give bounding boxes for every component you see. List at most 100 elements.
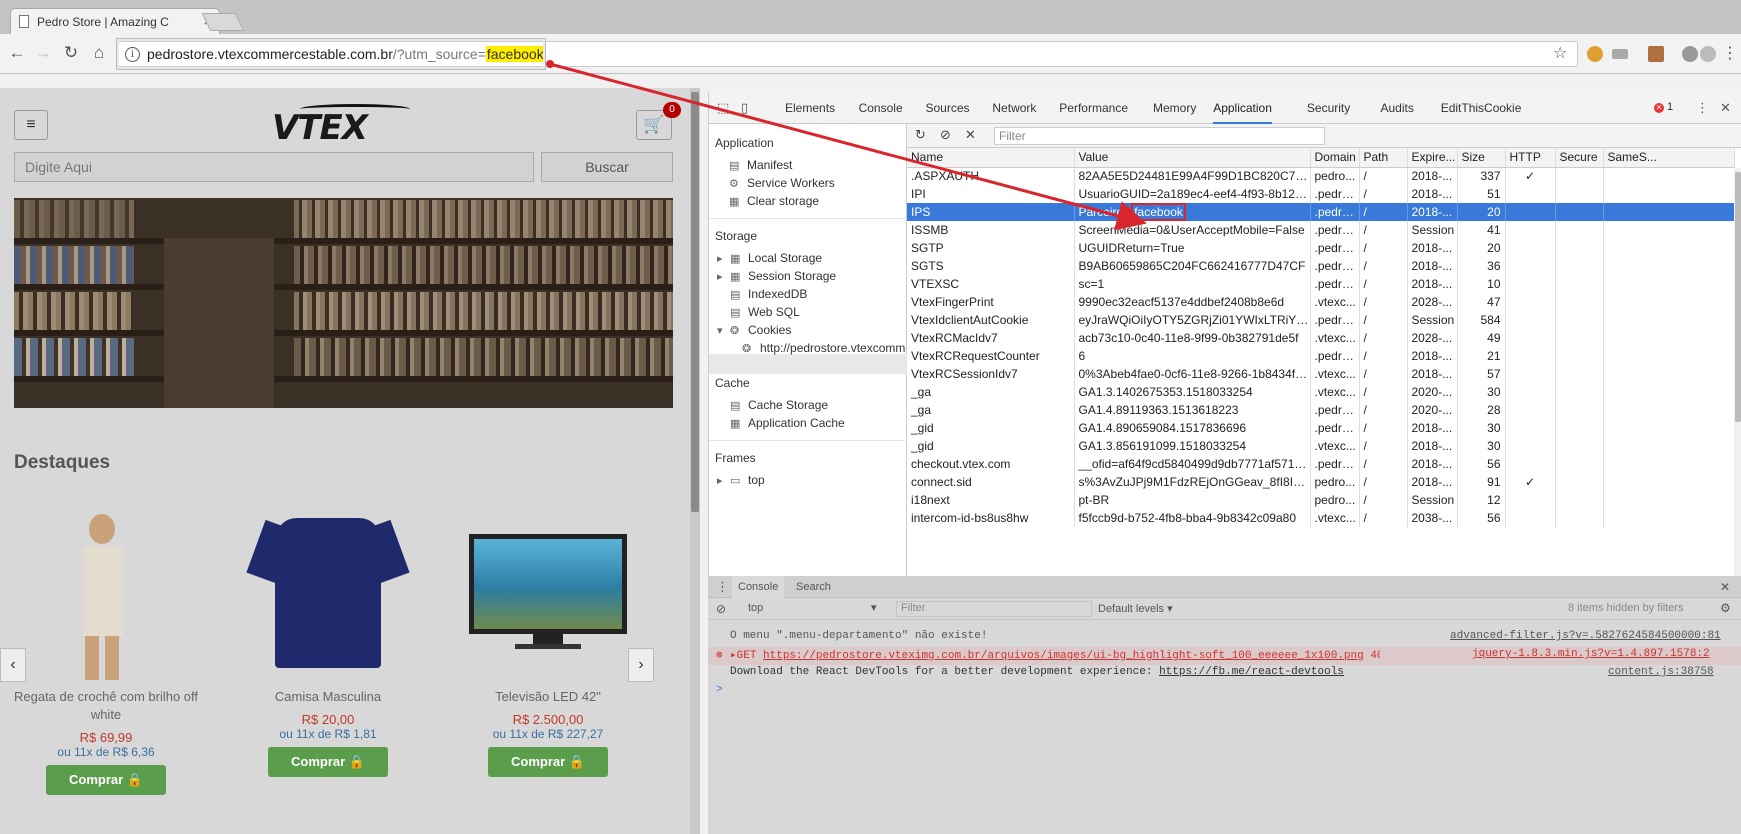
cookie-row[interactable]: connect.sid s%3AvZuJPj9M1FdzREjOnGGeav_8f… [907,473,1735,491]
cookies-scrollbar[interactable] [1734,168,1741,576]
sidebar-item-service-workers[interactable]: ⚙ Service Workers [729,176,835,190]
clear-console-icon[interactable]: ⊘ [716,602,726,616]
tab-performance[interactable]: Performance [1059,92,1128,124]
sidebar-item-manifest[interactable]: ▤ Manifest [729,158,792,172]
context-selector[interactable]: top [748,602,763,614]
cookie-row[interactable]: VtexRCSessionIdv7 0%3Abeb4fae0-0cf6-11e8-… [907,365,1735,383]
hamburger-menu-icon[interactable]: ≡ [14,110,48,140]
expand-arrow-icon[interactable]: ▸ [717,474,726,487]
buy-button[interactable]: Comprar 🔒 [488,747,608,777]
console-filter-input[interactable]: Filter [896,601,1092,617]
cookie-row[interactable]: VtexRCMacIdv7 acb73c10-0c40-11e8-9f99-0b3… [907,329,1735,347]
sidebar-item-session-storage[interactable]: ▸ ▦ Session Storage [717,269,836,283]
product-name[interactable]: Camisa Masculina [228,688,428,706]
column-header[interactable]: Secure [1555,148,1604,168]
tab-editthiscookie[interactable]: EditThisCookie [1441,92,1522,124]
buy-button[interactable]: Comprar 🔒 [268,747,388,777]
cookie-row[interactable]: _ga GA1.3.1402675353.1518033254 .vtexc... /… [907,383,1735,401]
cookie-row[interactable]: SGTP UGUIDReturn=True .pedro.../2018-... 20 [907,239,1735,257]
column-header[interactable]: Path [1359,148,1408,168]
store-logo[interactable]: VTEX [272,108,368,148]
browser-tab[interactable]: Pedro Store | Amazing C × [10,8,220,34]
cookie-row[interactable]: _gid GA1.4.890659084.1517836696 .pedro... /… [907,419,1735,437]
react-devtools-link[interactable]: https://fb.me/react-devtools [1159,666,1344,678]
page-scrollbar[interactable] [690,88,700,834]
sidebar-item-indexeddb[interactable]: ▤ IndexedDB [730,287,807,301]
cookie-row[interactable]: _gid GA1.3.856191099.1518033254 .vtexc... /… [907,437,1735,455]
extension-cookie-icon[interactable] [1587,46,1603,62]
column-header[interactable]: Name [907,148,1075,168]
sidebar-item-application-cache[interactable]: ▦ Application Cache [730,416,845,430]
cookie-row[interactable]: VTEXSC sc=1 .pedro.../2018-... 10 [907,275,1735,293]
bookmark-star-icon[interactable]: ☆ [1553,43,1567,63]
cookie-row[interactable]: i18next pt-BR pedro... / Session 12 [907,491,1735,509]
cookies-filter-input[interactable]: Filter [994,127,1325,145]
reload-icon[interactable]: ↻ [60,42,82,64]
drawer-tab-console[interactable]: Console [732,576,785,598]
inspect-element-icon[interactable]: ⬚ [717,100,733,116]
store-search-input[interactable]: Digite Aqui [14,152,534,182]
sidebar-item-cache-storage[interactable]: ▤ Cache Storage [730,398,828,412]
column-header[interactable]: Domain [1310,148,1360,168]
cookie-row[interactable]: VtexRCRequestCounter 6 .pedro.../2018-... 2… [907,347,1735,365]
cookie-row[interactable]: .ASPXAUTH 82AA5E5D24481E99A4F99D1BC820C7D… [907,167,1735,185]
devtools-menu-icon[interactable]: ⋮ [1696,100,1712,116]
cookie-row[interactable]: IPS Parceiro= facebook .pedro.../2018-... 20 [907,203,1735,221]
product-name[interactable]: Televisão LED 42" [448,688,648,706]
cookie-row[interactable]: intercom-id-bs8us8hw f5fccb9d-b752-4fb8-b… [907,509,1735,527]
context-dropdown-icon[interactable]: ▾ [871,601,877,614]
console-error-url[interactable]: https://pedrostore.vteximg.com.br/arquiv… [763,650,1364,662]
column-header[interactable]: Size [1457,148,1506,168]
console-prompt[interactable]: > [716,684,723,696]
new-tab-button[interactable] [201,13,245,31]
console-source-link[interactable]: jquery-1.8.3.min.js?v=1.4.897.1578:2 [1472,648,1710,660]
cookie-row[interactable]: VtexFingerPrint 9990ec32eacf5137e4ddbef24… [907,293,1735,311]
cookie-row[interactable]: IPI UsuarioGUID=2a189ec4-eef4-4f93-8b12-f… [907,185,1735,203]
forward-icon[interactable]: → [32,42,54,64]
column-header[interactable]: Expire... [1407,148,1458,168]
sidebar-item-cookie-origin[interactable]: ❂ http://pedrostore.vtexcomm [742,341,905,355]
expand-arrow-icon[interactable]: ▸ [717,270,726,283]
sidebar-item-frame-top[interactable]: ▸ ▭ top [717,473,765,487]
extension-icon[interactable] [1700,46,1716,62]
sidebar-item-cookies[interactable]: ▾ ❂ Cookies [717,323,791,337]
column-header[interactable]: HTTP [1505,148,1556,168]
drawer-close-icon[interactable]: ✕ [1720,580,1730,594]
tab-security[interactable]: Security [1307,92,1350,124]
expand-arrow-icon[interactable]: ▸ [717,252,726,265]
tab-console[interactable]: Console [859,92,903,124]
carousel-next-icon[interactable]: › [628,648,654,682]
tab-network[interactable]: Network [992,92,1036,124]
console-source-link[interactable]: advanced-filter.js?v=.5827624584500000:8… [1450,630,1721,642]
extension-icon[interactable] [1682,46,1698,62]
error-count[interactable]: ✕ 1 [1654,101,1673,113]
info-icon[interactable]: i [125,46,140,62]
home-icon[interactable]: ⌂ [88,42,110,64]
sidebar-item-clear-storage[interactable]: ▦ Clear storage [729,194,819,208]
device-toolbar-icon[interactable]: ▯ [741,100,757,116]
cookie-row[interactable]: checkout.vtex.com __ofid=af64f9cd5840499d… [907,455,1735,473]
console-settings-icon[interactable]: ⚙ [1720,601,1731,615]
clear-all-icon[interactable]: ⊘ [940,127,951,143]
tab-elements[interactable]: Elements [785,92,835,124]
cookie-row[interactable]: VtexIdclientAutCookie eyJraWQiOiIyOTY5ZGR… [907,311,1735,329]
tab-sources[interactable]: Sources [926,92,970,124]
refresh-icon[interactable]: ↻ [915,127,926,143]
product-image[interactable] [463,510,633,680]
sidebar-item-local-storage[interactable]: ▸ ▦ Local Storage [717,251,822,265]
address-bar[interactable]: i pedrostore.vtexcommercestable.com.br/?… [118,41,1578,67]
sidebar-item-web-sql[interactable]: ▤ Web SQL [730,305,800,319]
cookie-row[interactable]: SGTS B9AB60659865C204FC662416777D47CF .ped… [907,257,1735,275]
tab-audits[interactable]: Audits [1381,92,1414,124]
product-image[interactable] [243,510,413,680]
tab-application[interactable]: Application [1213,92,1272,124]
console-source-link[interactable]: content.js:38758 [1608,666,1714,678]
drawer-menu-icon[interactable]: ⋮ [716,579,729,595]
extension-icon[interactable] [1648,46,1664,62]
banner-image[interactable] [14,198,673,408]
product-image[interactable] [21,510,191,680]
buy-button[interactable]: Comprar 🔒 [46,765,166,795]
collapse-arrow-icon[interactable]: ▾ [717,324,726,337]
column-header[interactable]: SameS... [1603,148,1735,168]
cookie-row[interactable]: _ga GA1.4.89119363.1513618223 .pedro.../20… [907,401,1735,419]
